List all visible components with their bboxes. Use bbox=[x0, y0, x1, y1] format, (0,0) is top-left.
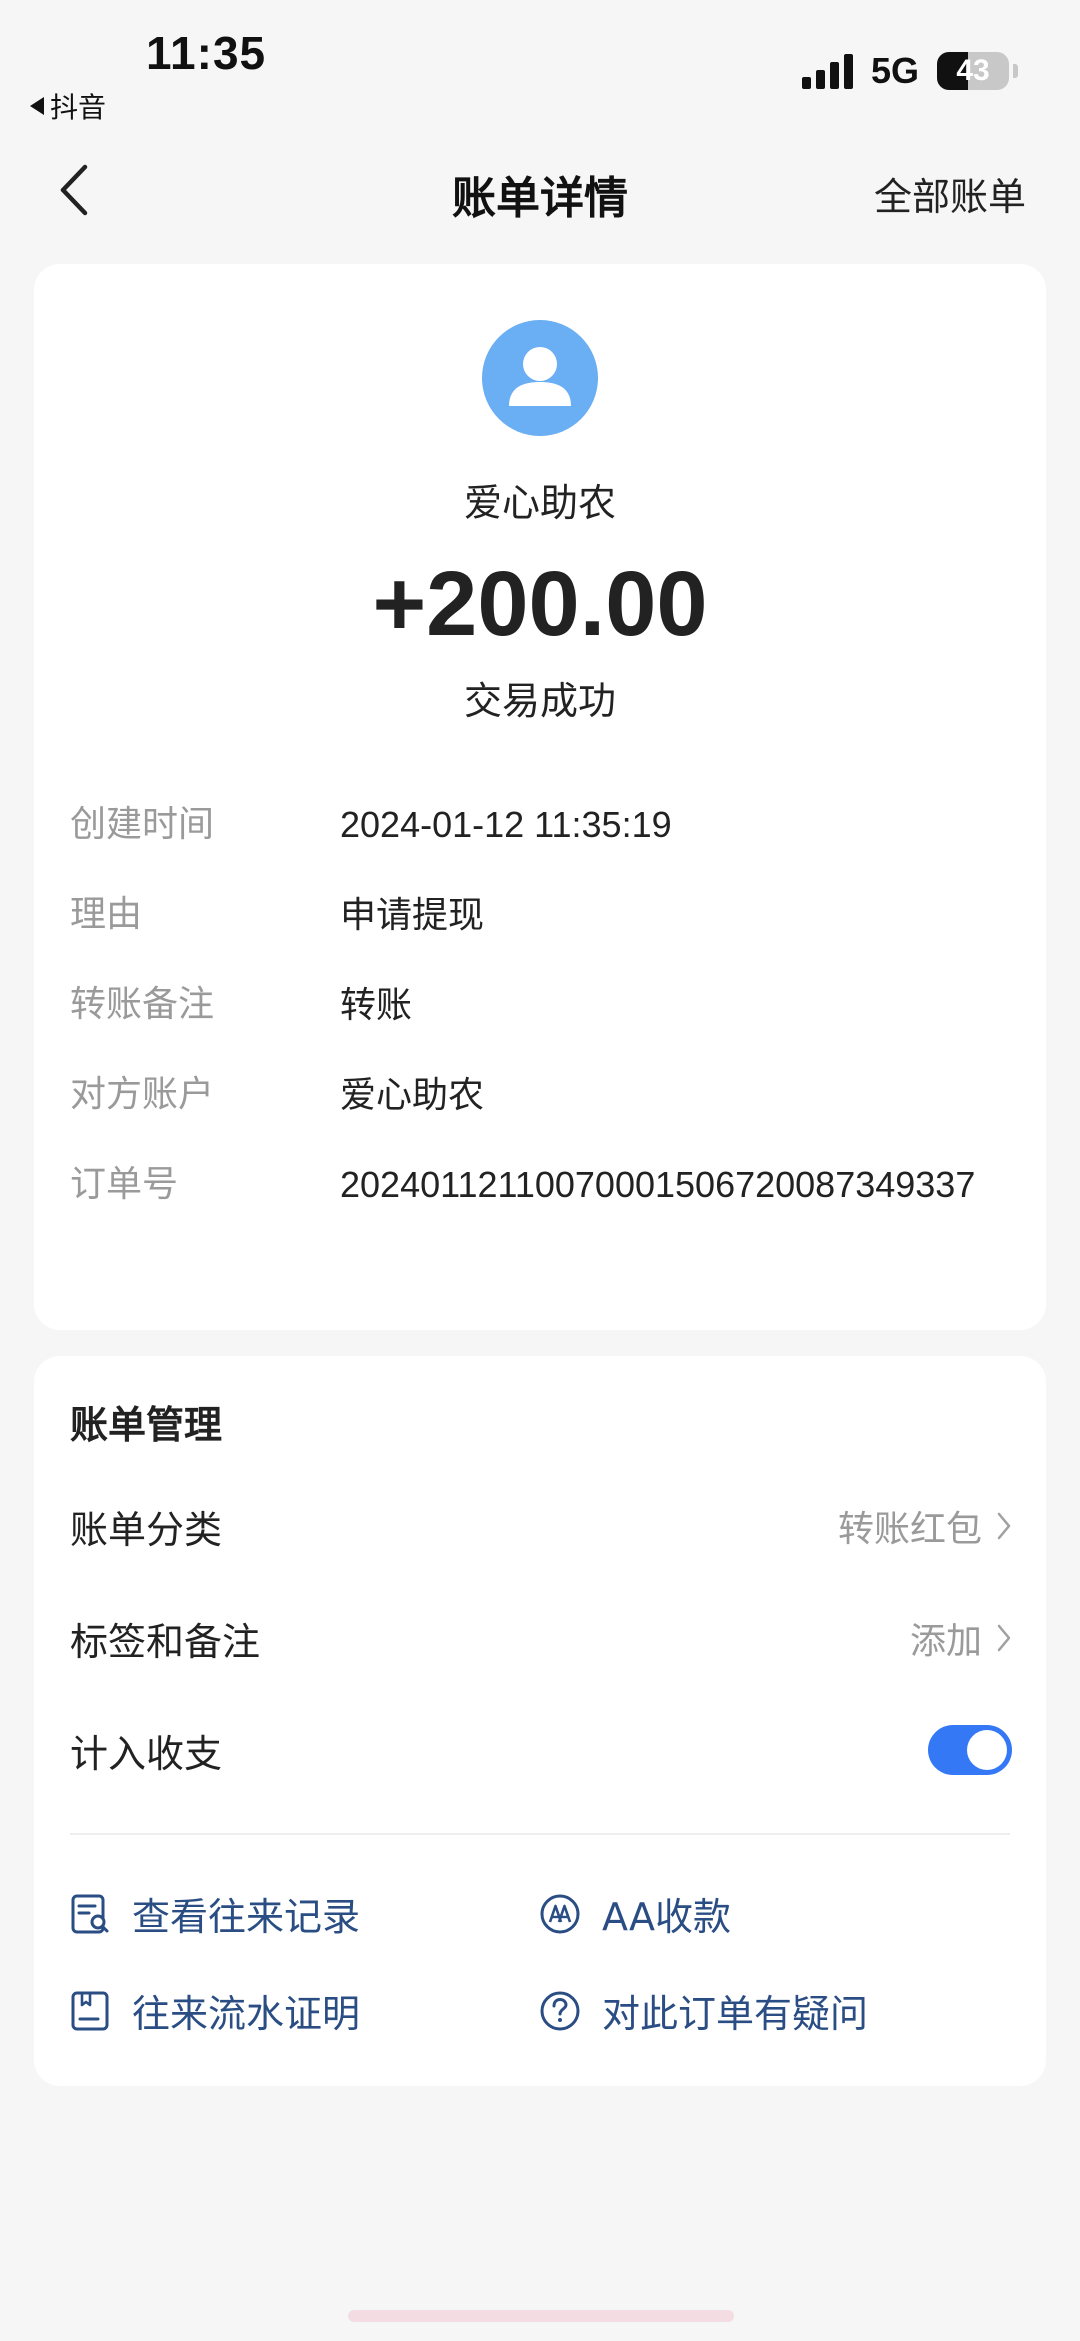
aa-circle-icon bbox=[538, 1892, 582, 1936]
all-bills-link[interactable]: 全部账单 bbox=[874, 166, 1026, 221]
detail-label: 订单号 bbox=[70, 1164, 179, 1205]
detail-row-reason: 理由 申请提现 bbox=[70, 888, 1030, 942]
manage-label: 计入收支 bbox=[70, 1731, 223, 1776]
include-in-budget-row: 计入收支 bbox=[70, 1715, 1046, 1785]
bookmark-document-icon bbox=[68, 1989, 112, 2033]
payee-name: 爱心助农 bbox=[463, 481, 616, 525]
status-bar: 11:35 抖音 5G 43 bbox=[0, 0, 1080, 140]
transaction-amount: +200.00 bbox=[372, 553, 708, 655]
detail-row-remark: 转账备注 转账 bbox=[70, 978, 1030, 1032]
detail-value: 20240112110070001506720087349337 bbox=[340, 1164, 976, 1205]
detail-value: 爱心助农 bbox=[340, 1074, 485, 1115]
network-type: 5G bbox=[870, 50, 919, 91]
manage-label: 标签和备注 bbox=[70, 1619, 261, 1664]
detail-label: 创建时间 bbox=[70, 804, 215, 845]
question-circle-icon bbox=[538, 1989, 582, 2033]
detail-value: 申请提现 bbox=[340, 894, 485, 935]
battery-icon: 43 bbox=[937, 52, 1009, 90]
transaction-status: 交易成功 bbox=[463, 679, 616, 723]
view-history-link[interactable]: 查看往来记录 bbox=[68, 1886, 360, 1941]
action-label: AA收款 bbox=[602, 1895, 732, 1939]
tags-remarks-row[interactable]: 标签和备注 添加 bbox=[70, 1603, 1046, 1673]
chevron-right-icon bbox=[997, 1624, 1011, 1652]
action-label: 往来流水证明 bbox=[132, 1992, 361, 2036]
bill-category-value: 转账红包 bbox=[838, 1500, 1046, 1552]
bill-management-card: 账单管理 账单分类 转账红包 标签和备注 添加 计入收支 查看往来记录 AA收款… bbox=[34, 1356, 1046, 2086]
chevron-right-icon bbox=[997, 1512, 1011, 1540]
status-indicators: 5G 43 bbox=[801, 50, 1018, 92]
detail-row-order-number: 订单号 20240112110070001506720087349337 bbox=[70, 1158, 1030, 1212]
user-icon bbox=[509, 347, 571, 406]
detail-label: 转账备注 bbox=[70, 984, 215, 1025]
back-app-label: 抖音 bbox=[50, 91, 107, 124]
home-indicator bbox=[348, 2310, 734, 2322]
battery-tip bbox=[1013, 64, 1018, 78]
nav-bar: 账单详情 全部账单 bbox=[0, 140, 1080, 240]
status-time: 11:35 bbox=[146, 27, 267, 79]
divider bbox=[70, 1833, 1010, 1835]
avatar bbox=[482, 320, 598, 436]
document-search-icon bbox=[68, 1892, 112, 1936]
bill-category-row[interactable]: 账单分类 转账红包 bbox=[70, 1491, 1046, 1561]
cellular-signal-icon bbox=[801, 53, 853, 89]
detail-row-counterparty: 对方账户 爱心助农 bbox=[70, 1068, 1030, 1122]
order-question-link[interactable]: 对此订单有疑问 bbox=[538, 1983, 868, 2038]
detail-value: 2024-01-12 11:35:19 bbox=[340, 804, 672, 845]
back-triangle-icon bbox=[30, 97, 44, 115]
detail-row-created-time: 创建时间 2024-01-12 11:35:19 bbox=[70, 798, 1030, 852]
back-to-app-link[interactable]: 抖音 bbox=[30, 86, 106, 126]
action-label: 对此订单有疑问 bbox=[602, 1992, 869, 2036]
battery-percent: 43 bbox=[956, 54, 990, 87]
aa-collect-link[interactable]: AA收款 bbox=[538, 1886, 731, 1941]
action-label: 查看往来记录 bbox=[132, 1895, 361, 1939]
transaction-proof-link[interactable]: 往来流水证明 bbox=[68, 1983, 360, 2038]
tags-remarks-value: 添加 bbox=[910, 1612, 1046, 1664]
manage-value: 转账红包 bbox=[837, 1509, 982, 1550]
detail-label: 对方账户 bbox=[70, 1074, 215, 1115]
manage-value: 添加 bbox=[909, 1621, 982, 1662]
detail-label: 理由 bbox=[70, 894, 143, 935]
transaction-card: 爱心助农 +200.00 交易成功 创建时间 2024-01-12 11:35:… bbox=[34, 264, 1046, 1330]
manage-label: 账单分类 bbox=[70, 1507, 223, 1552]
section-title: 账单管理 bbox=[70, 1403, 223, 1447]
toggle-knob bbox=[967, 1730, 1007, 1770]
include-in-budget-toggle[interactable] bbox=[928, 1725, 1012, 1775]
detail-value: 转账 bbox=[340, 984, 413, 1025]
